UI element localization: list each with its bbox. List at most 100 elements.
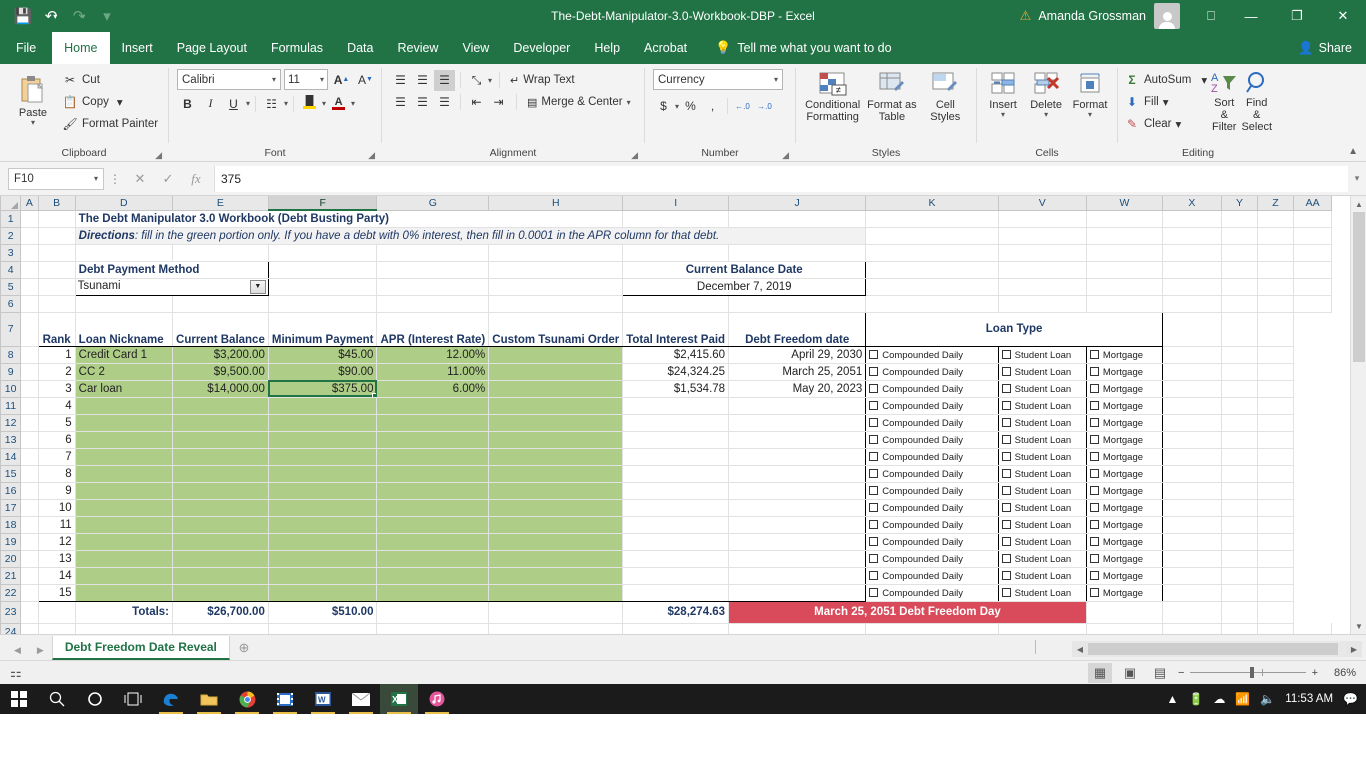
cell-rank-18[interactable]: 11 (38, 516, 75, 533)
cell-AA14[interactable] (1258, 448, 1294, 465)
cell-Z20[interactable] (1221, 550, 1257, 567)
ribbon-display-options-icon[interactable]: ⎕ (1194, 0, 1228, 32)
cell-H5[interactable] (489, 278, 623, 295)
checkbox-icon[interactable] (1090, 367, 1099, 376)
loan-type-checkbox-student-loan-19[interactable]: Student Loan (998, 533, 1086, 550)
checkbox-icon[interactable] (1090, 571, 1099, 580)
cell-rank-16[interactable]: 9 (38, 482, 75, 499)
cell-Y16[interactable] (1162, 482, 1221, 499)
row-header-23[interactable]: 23 (1, 601, 21, 623)
format-as-table-button[interactable]: Format as Table (865, 69, 918, 123)
cell-D24[interactable] (75, 623, 172, 634)
next-sheet-icon[interactable]: ▶ (37, 645, 44, 656)
cell-Y12[interactable] (1162, 414, 1221, 431)
copy-button[interactable]: 📋 Copy ▾ (62, 91, 158, 113)
scroll-right-icon[interactable]: ▶ (1346, 641, 1362, 657)
cell-AA3[interactable] (1293, 244, 1331, 261)
loan-type-checkbox-compounded-daily-16[interactable]: Compounded Daily (866, 482, 998, 499)
merge-caret-icon[interactable]: ▾ (627, 98, 631, 107)
cell-custom-order-22[interactable] (489, 584, 623, 601)
cell-AA11[interactable] (1258, 397, 1294, 414)
loan-type-checkbox-mortgage-11[interactable]: Mortgage (1086, 397, 1162, 414)
loan-type-checkbox-compounded-daily-15[interactable]: Compounded Daily (866, 465, 998, 482)
cell-W6[interactable] (1086, 295, 1162, 312)
cell-rank-19[interactable]: 12 (38, 533, 75, 550)
clear-button[interactable]: ✎ Clear ▾ (1124, 113, 1207, 135)
zoom-track[interactable] (1190, 672, 1305, 673)
cell-B23[interactable] (38, 601, 75, 623)
cell-I4-balance-date-label[interactable]: Current Balance Date (623, 261, 866, 278)
number-dialog-launcher-icon[interactable]: ◢ (782, 147, 789, 163)
excel-icon[interactable]: X (380, 684, 418, 714)
cell-A16[interactable] (21, 482, 38, 499)
loan-type-checkbox-student-loan-12[interactable]: Student Loan (998, 414, 1086, 431)
cell-X1[interactable] (1162, 210, 1221, 227)
cell-apr-16[interactable] (377, 482, 489, 499)
avatar[interactable] (1154, 3, 1180, 29)
decrease-decimal-button[interactable]: →.0 (754, 96, 775, 117)
cell-freedom-date-20[interactable] (729, 550, 866, 567)
cell-H4[interactable] (489, 261, 623, 278)
cell-custom-order-17[interactable] (489, 499, 623, 516)
cell-interest-15[interactable] (623, 465, 729, 482)
cell-balance-19[interactable] (173, 533, 269, 550)
checkbox-icon[interactable] (1002, 503, 1011, 512)
cell-nickname-14[interactable] (75, 448, 172, 465)
cell-rank-8[interactable]: 1 (38, 346, 75, 363)
cell-freedom-date-21[interactable] (729, 567, 866, 584)
cell-J1[interactable] (729, 210, 866, 227)
cell-Z17[interactable] (1221, 499, 1257, 516)
loan-type-checkbox-mortgage-18[interactable]: Mortgage (1086, 516, 1162, 533)
checkbox-icon[interactable] (1090, 537, 1099, 546)
cell-G4[interactable] (377, 261, 489, 278)
cell-Y22[interactable] (1162, 584, 1221, 601)
cell-freedom-date-14[interactable] (729, 448, 866, 465)
checkbox-icon[interactable] (1002, 452, 1011, 461)
cell-J6[interactable] (729, 295, 866, 312)
borders-button[interactable]: ☷ (261, 93, 282, 114)
cell-A9[interactable] (21, 363, 38, 380)
cell-W3[interactable] (1086, 244, 1162, 261)
loan-type-checkbox-compounded-daily-17[interactable]: Compounded Daily (866, 499, 998, 516)
zoom-out-button[interactable]: − (1178, 667, 1184, 679)
enter-icon[interactable]: ✓ (154, 168, 182, 190)
accounting-caret-icon[interactable]: ▾ (675, 102, 679, 111)
cell-D1-workbook-title[interactable]: The Debt Manipulator 3.0 Workbook (Debt … (75, 210, 623, 227)
row-header-13[interactable]: 13 (1, 431, 21, 448)
cell-X6[interactable] (1162, 295, 1221, 312)
cell-Z19[interactable] (1221, 533, 1257, 550)
cell-K5[interactable] (866, 278, 998, 295)
cell-X3[interactable] (1162, 244, 1221, 261)
loan-type-checkbox-student-loan-22[interactable]: Student Loan (998, 584, 1086, 601)
cell-rank-10[interactable]: 3 (38, 380, 75, 397)
cortana-icon[interactable] (76, 684, 114, 714)
column-header-W[interactable]: W (1086, 196, 1162, 210)
cell-interest-16[interactable] (623, 482, 729, 499)
name-box[interactable]: F10 ▾ (8, 168, 104, 190)
cell-apr-12[interactable] (377, 414, 489, 431)
cell-payment-14[interactable] (268, 448, 377, 465)
cell-Z23[interactable] (1221, 601, 1257, 623)
cell-Z18[interactable] (1221, 516, 1257, 533)
cell-V1[interactable] (998, 210, 1086, 227)
font-name-input[interactable]: Calibri ▾ (177, 69, 281, 90)
cell-freedom-date-10[interactable]: May 20, 2023 (729, 380, 866, 397)
cell-payment-15[interactable] (268, 465, 377, 482)
header-rank[interactable]: Rank (38, 312, 75, 346)
tab-help[interactable]: Help (582, 32, 632, 64)
cell-payment-8[interactable]: $45.00 (268, 346, 377, 363)
autosum-button[interactable]: Σ AutoSum ▾ (1124, 69, 1207, 91)
row-header-17[interactable]: 17 (1, 499, 21, 516)
cell-nickname-16[interactable] (75, 482, 172, 499)
row-header-24[interactable]: 24 (1, 623, 21, 634)
cell-balance-9[interactable]: $9,500.00 (173, 363, 269, 380)
checkbox-icon[interactable] (1002, 486, 1011, 495)
loan-type-checkbox-compounded-daily-22[interactable]: Compounded Daily (866, 584, 998, 601)
cell-Z12[interactable] (1221, 414, 1257, 431)
cell-K4[interactable] (866, 261, 998, 278)
checkbox-icon[interactable] (1090, 418, 1099, 427)
cell-Z10[interactable] (1221, 380, 1257, 397)
cell-Y7[interactable] (1162, 312, 1221, 346)
clipboard-dialog-launcher-icon[interactable]: ◢ (155, 147, 162, 163)
cell-V24[interactable] (998, 623, 1086, 634)
